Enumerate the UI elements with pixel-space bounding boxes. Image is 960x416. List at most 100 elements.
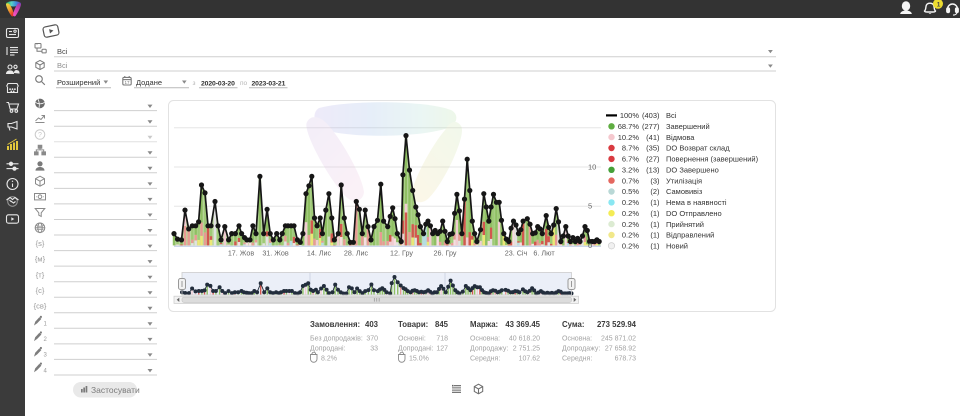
svg-text:33: 33 [370, 346, 378, 353]
svg-text:0.2%: 0.2% [622, 209, 639, 218]
svg-text:Середня:: Середня: [562, 356, 592, 363]
svg-text:8.2%: 8.2% [321, 356, 337, 363]
svg-text:2023-03-21: 2023-03-21 [252, 81, 286, 88]
svg-text:(2): (2) [650, 187, 660, 196]
svg-text:17. Жов: 17. Жов [228, 249, 255, 258]
svg-text:Допродані:: Допродані: [398, 345, 434, 353]
svg-text:(41): (41) [646, 133, 660, 142]
svg-text:0.2%: 0.2% [622, 231, 639, 240]
svg-text:8.7%: 8.7% [622, 144, 639, 153]
svg-text:Утилізація: Утилізація [666, 176, 702, 185]
svg-text:4: 4 [44, 368, 48, 374]
svg-text:0.2%: 0.2% [622, 198, 639, 207]
svg-text:68.7%: 68.7% [618, 122, 640, 131]
svg-text:273 529.94: 273 529.94 [597, 320, 637, 329]
svg-text:Нема в наявності: Нема в наявності [666, 198, 727, 207]
svg-text:2020-03-20: 2020-03-20 [201, 81, 235, 88]
svg-text:(35): (35) [646, 144, 660, 153]
svg-text:Допродажу:: Допродажу: [470, 346, 508, 353]
svg-text:{св}: {св} [34, 301, 47, 310]
svg-text:100%: 100% [620, 111, 640, 120]
svg-text:Розширений: Розширений [57, 78, 100, 87]
svg-text:(1): (1) [650, 231, 660, 240]
svg-text:0.5%: 0.5% [622, 187, 639, 196]
svg-text:127: 127 [436, 346, 448, 353]
svg-text:Основні:: Основні: [398, 335, 426, 343]
svg-text:245 871.02: 245 871.02 [601, 336, 636, 343]
svg-text:Всі: Всі [57, 61, 68, 70]
svg-text:23. Січ: 23. Січ [505, 249, 528, 258]
svg-text:5: 5 [588, 202, 592, 211]
svg-text:Застосувати: Застосувати [91, 385, 140, 395]
svg-text:3: 3 [44, 353, 48, 359]
svg-text:Відмова: Відмова [666, 133, 695, 142]
svg-text:31. Жов: 31. Жов [262, 249, 289, 258]
svg-text:718: 718 [436, 336, 448, 343]
svg-text:6.7%: 6.7% [622, 155, 639, 164]
svg-text:(277): (277) [642, 122, 660, 131]
svg-text:DO Отправлено: DO Отправлено [666, 209, 722, 218]
svg-text:по: по [240, 80, 248, 87]
svg-text:3.2%: 3.2% [622, 166, 639, 175]
svg-text:(1): (1) [650, 198, 660, 207]
svg-text:1: 1 [937, 2, 941, 9]
svg-text:14. Лис: 14. Лис [307, 249, 332, 258]
svg-text:Основна:: Основна: [562, 336, 592, 343]
svg-text:(13): (13) [646, 166, 660, 175]
svg-text:(403): (403) [642, 111, 660, 120]
svg-text:845: 845 [435, 320, 449, 329]
svg-text:Допродані:: Допродані: [310, 345, 346, 353]
svg-text:2: 2 [44, 337, 48, 343]
svg-text:6. Лют: 6. Лют [533, 249, 555, 258]
svg-text:28. Лис: 28. Лис [344, 249, 369, 258]
svg-text:Допродажу:: Допродажу: [562, 346, 600, 353]
svg-text:{с}: {с} [36, 286, 45, 295]
svg-text:Додане: Додане [136, 78, 162, 87]
svg-text:0.2%: 0.2% [622, 242, 639, 251]
svg-text:{s}: {s} [36, 239, 45, 248]
svg-text:Середня:: Середня: [470, 356, 500, 363]
svg-text:Завершений: Завершений [666, 122, 710, 131]
svg-text:Замовлення:: Замовлення: [310, 320, 360, 329]
svg-text:12. Гру: 12. Гру [390, 249, 413, 258]
svg-text:Відправлений: Відправлений [666, 231, 714, 240]
svg-text:Без допродажів:: Без допродажів: [310, 335, 363, 343]
svg-text:Всі: Всі [666, 111, 677, 120]
svg-text:Маржа:: Маржа: [470, 320, 498, 329]
svg-text:2 751.25: 2 751.25 [513, 346, 540, 353]
svg-text:(27): (27) [646, 155, 660, 164]
svg-text:Новий: Новий [666, 242, 688, 251]
svg-text:DO Завершено: DO Завершено [666, 166, 719, 175]
svg-text:27 658.92: 27 658.92 [605, 346, 636, 353]
svg-text:(3): (3) [650, 176, 660, 185]
svg-text:(1): (1) [650, 220, 660, 229]
svg-text:(1): (1) [650, 242, 660, 251]
svg-text:43 369.45: 43 369.45 [505, 320, 540, 329]
svg-text:678.73: 678.73 [615, 356, 637, 363]
svg-text:Прийнятий: Прийнятий [666, 220, 704, 229]
svg-text:0.7%: 0.7% [622, 176, 639, 185]
svg-text:26. Гру: 26. Гру [434, 249, 457, 258]
svg-text:17: 17 [124, 80, 130, 85]
svg-text:Повернення (завершений): Повернення (завершений) [666, 155, 759, 164]
svg-text:Основна:: Основна: [470, 336, 500, 343]
svg-text:?: ? [38, 132, 42, 139]
svg-text:{т}: {т} [36, 270, 45, 279]
svg-text:1: 1 [44, 322, 48, 328]
svg-text:Самовивіз: Самовивіз [666, 187, 703, 196]
svg-text:370: 370 [366, 336, 378, 343]
svg-text:Сума:: Сума: [562, 320, 584, 329]
svg-text:0: 0 [588, 241, 592, 250]
svg-text:DO Возврат склад: DO Возврат склад [666, 144, 730, 153]
svg-text:15.0%: 15.0% [409, 356, 429, 363]
svg-text:10.2%: 10.2% [618, 133, 640, 142]
svg-text:107.62: 107.62 [519, 356, 541, 363]
svg-text:Товари:: Товари: [398, 320, 428, 329]
svg-text:10: 10 [588, 163, 596, 172]
svg-text:0.2%: 0.2% [622, 220, 639, 229]
svg-text:40 618.20: 40 618.20 [509, 336, 540, 343]
svg-text:{м}: {м} [35, 255, 46, 264]
svg-text:Всі: Всі [57, 47, 68, 56]
svg-text:403: 403 [365, 320, 379, 329]
svg-text:з: з [193, 80, 196, 87]
